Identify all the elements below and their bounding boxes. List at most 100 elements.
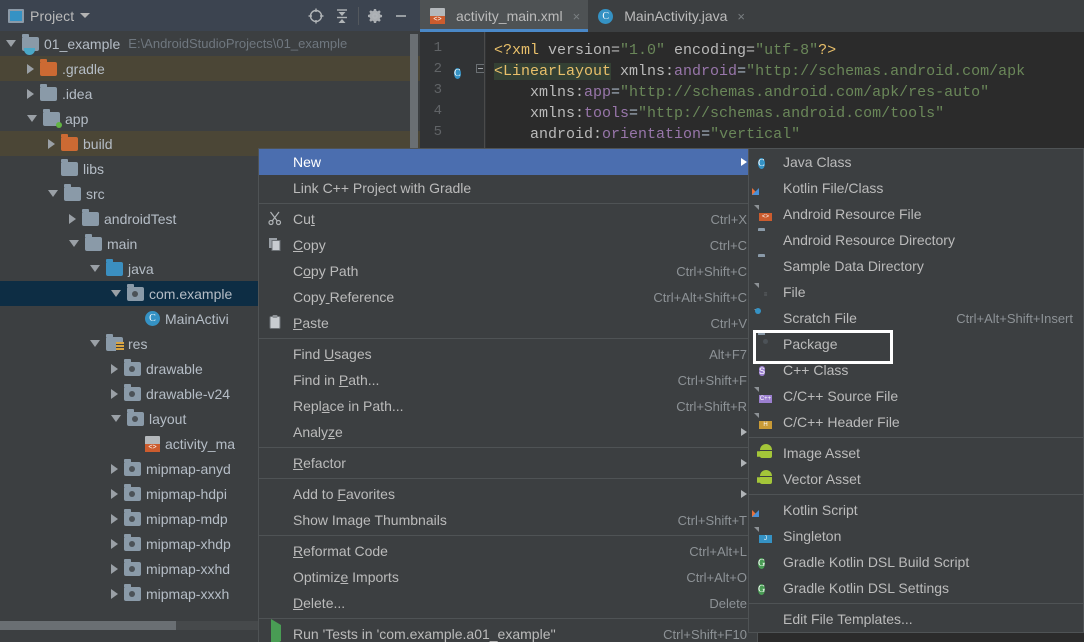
context-menu-item[interactable]: Link C++ Project with Gradle (259, 175, 757, 201)
context-menu-item[interactable]: Cut Ctrl+X (259, 206, 757, 232)
scrollbar-thumb[interactable] (0, 621, 176, 630)
context-menu-item[interactable]: Analyze (259, 419, 757, 445)
context-menu-item[interactable]: Optimize Imports Ctrl+Alt+O (259, 564, 757, 590)
expand-arrow-icon[interactable] (111, 588, 118, 599)
tree-row[interactable]: 01_example E:\AndroidStudioProjects\01_ex… (0, 31, 420, 56)
expand-arrow-icon[interactable] (111, 388, 118, 399)
new-submenu-item[interactable]: Android Resource Directory (749, 227, 1083, 253)
menu-separator (749, 437, 1083, 438)
collapse-arrow-icon[interactable] (111, 415, 121, 422)
code-line[interactable]: xmlns:app="http://schemas.android.com/ap… (494, 82, 989, 103)
collapse-arrow-icon[interactable] (90, 340, 100, 347)
new-submenu-item[interactable]: Vector Asset (749, 466, 1083, 492)
new-submenu-item[interactable]: ≡ File (749, 279, 1083, 305)
line-number: 5 (433, 124, 442, 140)
code-line[interactable]: android:orientation="vertical" (494, 124, 800, 145)
new-submenu-item[interactable]: Package (749, 330, 1083, 364)
expand-arrow-icon[interactable] (111, 463, 118, 474)
xml-file-icon (430, 8, 445, 24)
minimize-icon[interactable] (388, 3, 414, 29)
expand-arrow-icon[interactable] (27, 63, 34, 74)
collapse-arrow-icon[interactable] (48, 190, 58, 197)
expand-arrow-icon[interactable] (111, 363, 118, 374)
new-submenu-item[interactable]: Sample Data Directory (749, 253, 1083, 279)
new-submenu-item[interactable]: S C++ Class (749, 357, 1083, 383)
expand-arrow-icon[interactable] (27, 88, 34, 99)
java-class-gutter-icon[interactable]: C (454, 63, 461, 81)
context-menu-item[interactable]: Copy Reference Ctrl+Alt+Shift+C (259, 284, 757, 310)
context-menu-item[interactable]: Replace in Path... Ctrl+Shift+R (259, 393, 757, 419)
code-line[interactable]: xmlns:tools="http://schemas.android.com/… (494, 103, 944, 124)
menu-item-label: Refactor (293, 455, 346, 471)
run-icon (267, 619, 285, 642)
context-menu-item[interactable]: Find Usages Alt+F7 (259, 341, 757, 367)
new-submenu-item[interactable]: G Gradle Kotlin DSL Build Script (749, 549, 1083, 575)
new-submenu-item[interactable]: C Java Class (749, 149, 1083, 175)
context-menu-item[interactable]: Add to Favorites (259, 481, 757, 507)
package-icon (124, 383, 141, 401)
collapse-arrow-icon[interactable] (6, 40, 16, 47)
context-menu-item[interactable]: Show Image Thumbnails Ctrl+Shift+T (259, 507, 757, 533)
new-submenu-item[interactable]: C++ C/C++ Source File (749, 383, 1083, 409)
expand-arrow-icon[interactable] (111, 488, 118, 499)
context-menu-item[interactable]: New (259, 149, 757, 175)
gear-icon[interactable] (362, 3, 388, 29)
folder-icon (40, 58, 57, 76)
new-submenu-item[interactable]: H C/C++ Header File (749, 409, 1083, 435)
collapse-arrow-icon[interactable] (90, 265, 100, 272)
menu-item-label: Gradle Kotlin DSL Settings (783, 580, 950, 596)
context-menu[interactable]: New Link C++ Project with Gradle Cut Ctrl+X… (258, 148, 758, 642)
package-icon (124, 583, 141, 601)
context-menu-item[interactable]: Find in Path... Ctrl+Shift+F (259, 367, 757, 393)
expand-arrow-icon[interactable] (111, 513, 118, 524)
tree-row[interactable]: app (0, 106, 420, 131)
expand-arrow-icon[interactable] (111, 563, 118, 574)
context-menu-item[interactable]: Run 'Tests in 'com.example.a01_example''… (259, 619, 757, 642)
menu-item-label: Package (783, 336, 838, 352)
locate-icon[interactable] (303, 3, 329, 29)
collapse-arrow-icon[interactable] (111, 290, 121, 297)
collapse-all-icon[interactable] (329, 3, 355, 29)
close-icon[interactable]: × (737, 9, 745, 24)
context-menu-item[interactable]: Copy Path Ctrl+Shift+C (259, 258, 757, 284)
new-submenu-item[interactable]: Kotlin File/Class (749, 175, 1083, 201)
collapse-arrow-icon[interactable] (27, 115, 37, 122)
new-submenu[interactable]: C Java Class Kotlin File/Class <> Android Re… (748, 148, 1084, 633)
menu-separator (749, 494, 1083, 495)
tree-row[interactable]: .gradle (0, 56, 420, 81)
new-submenu-item[interactable]: Kotlin Script (749, 497, 1083, 523)
package-icon (757, 335, 775, 353)
expand-arrow-icon[interactable] (48, 138, 55, 149)
context-menu-item[interactable]: Paste Ctrl+V (259, 310, 757, 336)
menu-item-shortcut: Ctrl+X (710, 211, 747, 227)
new-submenu-item[interactable]: Image Asset (749, 440, 1083, 466)
editor-tab[interactable]: activity_main.xml × (420, 0, 589, 32)
collapse-arrow-icon[interactable] (69, 240, 79, 247)
code-token: app (584, 84, 612, 101)
context-menu-item[interactable]: Refactor (259, 450, 757, 476)
chevron-down-icon[interactable] (80, 13, 91, 18)
menu-item-label: Add to Favorites (293, 486, 395, 502)
folder-icon (64, 183, 81, 201)
code-line[interactable]: <LinearLayout xmlns:android="http://sche… (494, 61, 1025, 82)
menu-item-shortcut: Ctrl+Shift+R (676, 398, 747, 414)
package-icon (124, 508, 141, 526)
context-menu-item[interactable]: Delete... Delete (259, 590, 757, 616)
new-submenu-item[interactable]: Edit File Templates... (749, 606, 1083, 632)
line-number: 3 (433, 82, 442, 98)
new-submenu-item[interactable]: Scratch File Ctrl+Alt+Shift+Insert (749, 305, 1083, 331)
code-token: encoding= (665, 42, 756, 59)
menu-item-shortcut: Ctrl+Shift+F10 (663, 626, 747, 642)
tree-row[interactable]: .idea (0, 81, 420, 106)
close-icon[interactable]: × (573, 9, 581, 24)
expand-arrow-icon[interactable] (69, 213, 76, 224)
editor-tab[interactable]: C MainActivity.java × (588, 0, 753, 32)
package-icon (127, 283, 144, 301)
new-submenu-item[interactable]: G Gradle Kotlin DSL Settings (749, 575, 1083, 601)
context-menu-item[interactable]: Reformat Code Ctrl+Alt+L (259, 538, 757, 564)
new-submenu-item[interactable]: <> Android Resource File (749, 201, 1083, 227)
expand-arrow-icon[interactable] (111, 538, 118, 549)
new-submenu-item[interactable]: J Singleton (749, 523, 1083, 549)
code-line[interactable]: <?xml version="1.0" encoding="utf-8"?> (494, 40, 836, 61)
context-menu-item[interactable]: Copy Ctrl+C (259, 232, 757, 258)
